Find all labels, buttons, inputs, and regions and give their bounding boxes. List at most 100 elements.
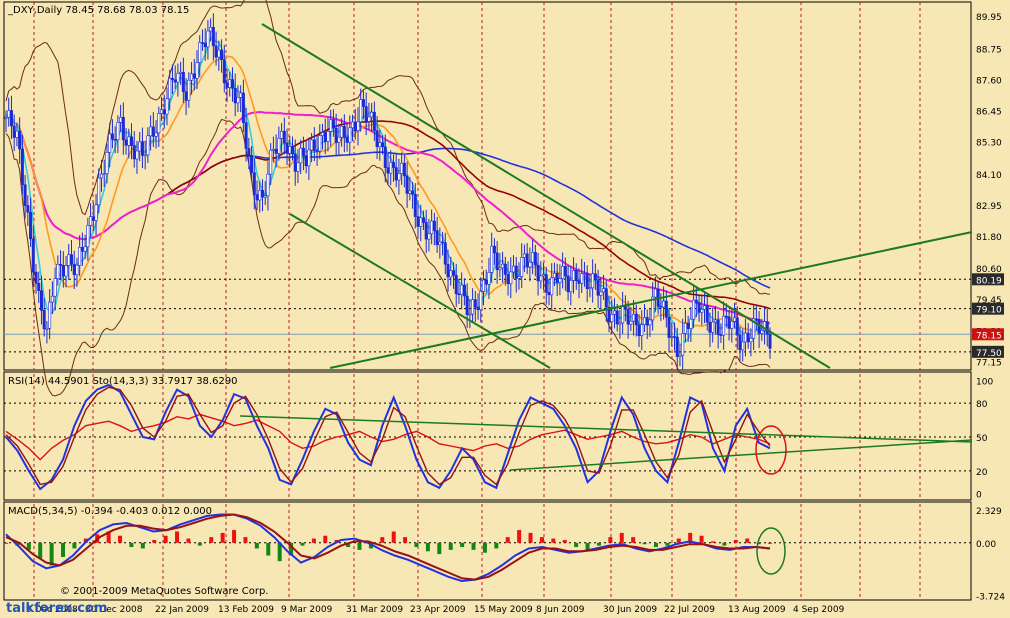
candle-body [730, 321, 734, 329]
candle-body [569, 280, 573, 293]
candle-body [503, 263, 507, 275]
candle-body [162, 109, 166, 115]
candle-body [604, 288, 608, 308]
candle-body [331, 119, 335, 129]
price-tick-label: 88.75 [976, 45, 1002, 55]
candle-body [160, 109, 164, 114]
candle-body [277, 137, 281, 154]
candle-body [91, 216, 95, 221]
candle-body [9, 110, 13, 127]
macd-histogram-bar [551, 538, 556, 543]
candle-body [733, 317, 737, 322]
candle-body [124, 139, 128, 146]
osc-tick-label: 80 [976, 400, 988, 410]
candle-body [75, 264, 79, 276]
candle-body [176, 73, 180, 83]
candle-body [612, 310, 616, 315]
candle-body [140, 141, 144, 156]
candle-body [241, 92, 245, 123]
level-marker-label: 79.10 [976, 306, 1002, 316]
macd-histogram-bar [232, 530, 237, 543]
candle-body [282, 130, 286, 144]
candle-body [582, 273, 586, 275]
macd-histogram-bar [140, 542, 145, 549]
candle-body [342, 125, 346, 138]
candle-body [345, 137, 349, 143]
candle-body [233, 88, 237, 104]
macd-histogram-bar [152, 539, 157, 543]
candle-body [252, 172, 256, 195]
candle-body [340, 125, 344, 138]
level-markers: 80.19 79.10 78.15 77.50 [972, 273, 1004, 359]
candle-body [138, 141, 142, 152]
candle-body [438, 241, 442, 246]
macd-histogram-bar [642, 542, 647, 545]
candle-body [514, 265, 518, 279]
candle-body [528, 261, 532, 268]
candle-body [432, 220, 436, 231]
chart-svg: 89.95 88.75 87.60 86.45 85.30 84.10 82.95 81.80… [3, 0, 1005, 616]
candle-body [421, 217, 425, 223]
macd-histogram-bar [4, 542, 8, 544]
candle-body [408, 190, 412, 194]
osc-tick-label: 20 [976, 468, 988, 478]
copyright-watermark: © 2001-2009 MetaQuotes Software Corp. [60, 586, 268, 597]
candle-body [692, 299, 696, 320]
candle-body [100, 173, 104, 179]
macd-histogram-bar [197, 542, 202, 546]
macd-histogram-bar [710, 541, 715, 543]
candle-body [618, 322, 622, 325]
candle-body [634, 313, 638, 326]
macd-histogram-bar [414, 542, 419, 548]
candle-body [247, 148, 251, 156]
candle-body [170, 78, 174, 81]
candle-body [78, 247, 82, 266]
macd-histogram-bar [163, 535, 168, 543]
macd-histogram-bar [482, 542, 487, 553]
candle-body [258, 189, 262, 201]
candle-body [370, 111, 374, 118]
candle-body [460, 284, 464, 295]
candle-body [244, 122, 248, 149]
candle-body [143, 154, 147, 157]
candle-body [29, 211, 33, 240]
candle-body [435, 230, 439, 246]
candle-body [542, 274, 546, 277]
candle-body [443, 242, 447, 265]
macd-histogram-bar [574, 542, 579, 548]
candle-body [561, 266, 565, 279]
level-marker-label: 78.15 [976, 331, 1002, 341]
candle-body [563, 266, 567, 277]
candle-body [506, 274, 510, 285]
candle-body [558, 278, 562, 283]
candle-body [356, 121, 360, 131]
candle-body [457, 293, 461, 296]
candle-body [572, 269, 576, 281]
candle-body [749, 337, 753, 343]
candle-body [419, 217, 423, 227]
oscillator-header: RSI(14) 44.5901 Sto(14,3,3) 33.7917 38.6… [8, 376, 238, 387]
candle-body [299, 147, 303, 164]
candle-body [200, 42, 204, 44]
candle-body [722, 315, 726, 336]
macd-histogram-bar [266, 542, 271, 556]
candle-body [427, 233, 431, 240]
candle-body [203, 42, 207, 48]
candle-body [130, 136, 134, 146]
candle-body [697, 301, 701, 313]
candle-body [312, 139, 316, 151]
candle-body [307, 149, 311, 167]
candle-body [596, 279, 600, 296]
level-marker-label: 77.50 [976, 349, 1002, 359]
candle-body [593, 273, 597, 281]
candle-body [449, 270, 453, 278]
price-tick-label: 81.80 [976, 233, 1002, 243]
candle-body [59, 264, 63, 266]
candle-body [67, 254, 71, 266]
candle-body [509, 271, 513, 285]
candle-body [531, 252, 535, 263]
macd-histogram-bar [539, 537, 544, 543]
macd-histogram-bar [768, 542, 772, 544]
macd-histogram-bar [243, 537, 248, 543]
candle-body [217, 49, 221, 58]
